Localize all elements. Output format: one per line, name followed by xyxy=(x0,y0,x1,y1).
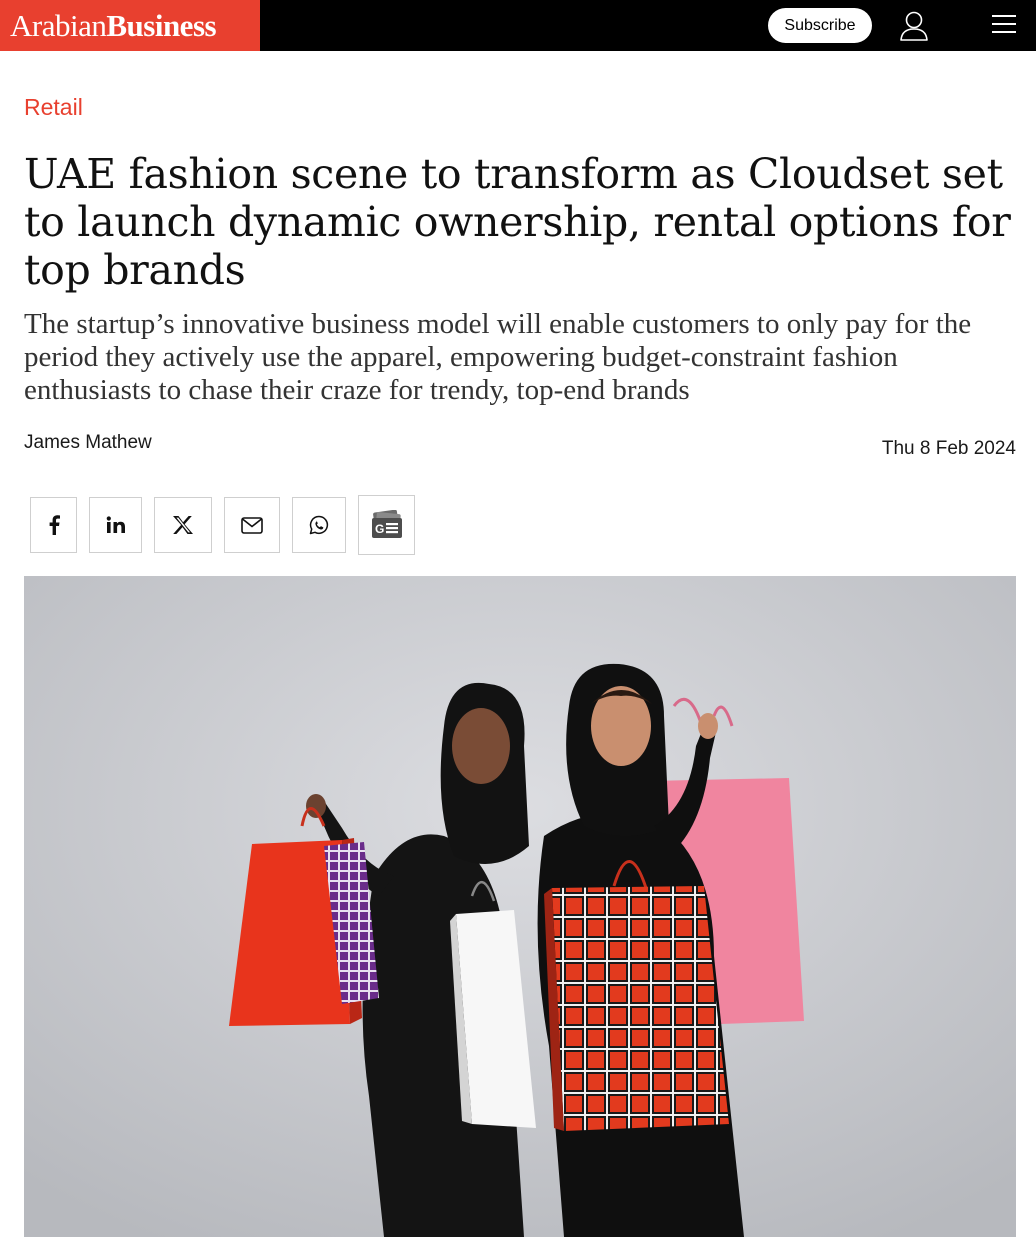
whatsapp-icon xyxy=(309,515,329,535)
logo-text-arabian: Arabian xyxy=(10,7,107,43)
user-icon[interactable] xyxy=(898,10,930,42)
category-link[interactable]: Retail xyxy=(24,94,83,121)
linkedin-icon xyxy=(106,516,125,533)
publish-date: Thu 8 Feb 2024 xyxy=(881,438,1016,459)
article-headline: UAE fashion scene to transform as Clouds… xyxy=(24,150,1011,294)
site-logo[interactable]: Arabian Business xyxy=(0,0,260,51)
article-standfirst: The startup’s innovative business model … xyxy=(24,308,972,406)
svg-text:G: G xyxy=(375,522,384,536)
share-whatsapp-button[interactable] xyxy=(292,497,346,553)
share-email-button[interactable] xyxy=(224,497,280,553)
share-x-button[interactable] xyxy=(154,497,212,553)
subscribe-button[interactable]: Subscribe xyxy=(768,8,872,43)
google-news-icon: G xyxy=(371,510,402,538)
facebook-icon xyxy=(49,515,60,535)
author-link[interactable]: James Mathew xyxy=(24,432,152,454)
logo-text-business: Business xyxy=(106,7,217,43)
share-google-news-button[interactable]: G xyxy=(358,495,415,555)
hero-image xyxy=(24,576,1016,1237)
x-twitter-icon xyxy=(173,516,193,534)
share-facebook-button[interactable] xyxy=(30,497,77,553)
hamburger-menu-icon[interactable] xyxy=(990,12,1018,36)
email-icon xyxy=(241,516,263,534)
share-linkedin-button[interactable] xyxy=(89,497,142,553)
